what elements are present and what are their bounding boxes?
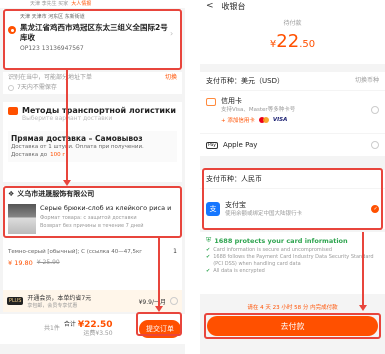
credit-card-radio[interactable] bbox=[371, 106, 379, 114]
plus-line1: 开通会员，本单约省7元 bbox=[27, 294, 92, 302]
truck-icon bbox=[8, 106, 18, 115]
plus-checkbox[interactable] bbox=[170, 297, 178, 305]
apple-pay-radio[interactable] bbox=[371, 141, 379, 149]
check-icon: ✔ bbox=[206, 254, 211, 260]
product-qty[interactable]: 1 bbox=[173, 248, 177, 256]
plus-line2: 享包邮，会员专享优惠 bbox=[27, 302, 78, 309]
pay-highlight bbox=[204, 313, 381, 339]
notice-switch[interactable]: 切换 bbox=[165, 74, 177, 82]
delivery-title: Прямая доставка – Самовывоз bbox=[11, 134, 143, 143]
security-item-3: All data is encrypted bbox=[213, 268, 265, 274]
credit-card-icon bbox=[206, 98, 216, 106]
plus-price: ¥9.9/一月 bbox=[138, 298, 166, 306]
amount-label: 待付款 bbox=[283, 20, 302, 27]
arrow-head-3 bbox=[359, 305, 367, 311]
currency-usd-label: 支付币种：美元（USD） bbox=[206, 77, 284, 85]
apple-pay-name: Apple Pay bbox=[222, 141, 258, 149]
cashier-title: 收银台 bbox=[221, 1, 246, 11]
apple-pay-icon: Pay bbox=[206, 141, 218, 149]
switch-currency-link[interactable]: 切换币种 bbox=[355, 77, 379, 85]
notice-text: 识别在当中，可能部分地址下单 bbox=[8, 74, 93, 81]
cashier-panel: < 收银台 待付款 ¥22.50 支付币种：美元（USD） 切换币种 信用卡 支… bbox=[200, 0, 385, 354]
submit-highlight bbox=[136, 312, 182, 336]
apple-pay-option[interactable]: Pay Apple Pay bbox=[200, 134, 385, 156]
amount-decimal: .50 bbox=[299, 39, 316, 50]
alipay-highlight bbox=[202, 168, 383, 230]
arrow-down-2 bbox=[158, 238, 160, 310]
add-card-link[interactable]: + 添加信用卡 bbox=[221, 116, 255, 124]
arrow-head-2 bbox=[155, 306, 163, 312]
credit-card-name: 信用卡 bbox=[221, 97, 242, 105]
check-icon: ✔ bbox=[206, 247, 211, 253]
arrow-head-1 bbox=[63, 180, 71, 186]
check-icon: ✔ bbox=[206, 268, 211, 274]
amount-integer: 22 bbox=[276, 31, 300, 52]
logistics-sub: Выберите вариант доставки bbox=[22, 115, 113, 122]
top-info-bar: 天津 李先生 买家 大人情报 bbox=[0, 0, 185, 8]
arrow-down-1 bbox=[66, 70, 68, 184]
credit-card-desc: 支持Visa、Master等多种卡号 bbox=[221, 107, 296, 113]
shield-icon: ⛨ bbox=[206, 236, 212, 244]
currency-usd-row: 支付币种：美元（USD） 切换币种 bbox=[200, 72, 385, 90]
delivery-option[interactable]: Прямая доставка – Самовывоз Доставка от … bbox=[8, 131, 177, 162]
mastercard-icon bbox=[258, 117, 269, 123]
divider bbox=[185, 0, 200, 354]
top-bar-badge: 大人情报 bbox=[71, 1, 92, 7]
address-highlight bbox=[3, 9, 182, 70]
footer-total-label: 合计 bbox=[63, 321, 76, 328]
credit-card-option[interactable]: 信用卡 支持Visa、Master等多种卡号 + 添加信用卡 VISA bbox=[200, 91, 385, 133]
product-spec: Темно-серый [обычный]; С (ссылка 40—47,5… bbox=[8, 249, 143, 255]
address-notice: 识别在当中，可能部分地址下单 切换 7天内不需保存 bbox=[3, 72, 182, 94]
footer-count: 共1件 bbox=[44, 325, 60, 332]
logistics-title: Методы транспортной логистики bbox=[22, 106, 176, 115]
logistics-section: Методы транспортной логистики Выберите в… bbox=[3, 102, 182, 182]
delivery-price: 100 г bbox=[50, 152, 66, 158]
visa-icon: VISA bbox=[272, 117, 288, 123]
footer-total: ¥22.50 bbox=[77, 320, 113, 330]
security-item-1: Card information is secure and uncomprom… bbox=[213, 247, 333, 253]
countdown-text: 请在 4 天 23 小时 58 分 内完成付款 bbox=[247, 305, 338, 311]
arrow-down-3 bbox=[362, 232, 364, 308]
security-item-2: 1688 follows the Payment Card Industry D… bbox=[213, 254, 374, 267]
delivery-line1: Доставка от 1 штуки. Оплата при получени… bbox=[11, 144, 144, 150]
top-bar-text: 天津 李先生 买家 bbox=[30, 1, 69, 7]
security-block: ⛨ 1688 protects your card information ✔ … bbox=[200, 232, 385, 294]
back-button[interactable]: < bbox=[206, 1, 214, 11]
amount-block: 待付款 ¥22.50 bbox=[200, 12, 385, 64]
security-title: 1688 protects your card information bbox=[214, 236, 348, 245]
notice-checkbox[interactable] bbox=[8, 85, 14, 91]
product-highlight bbox=[3, 186, 182, 238]
cashier-header: < 收银台 bbox=[200, 0, 385, 12]
delivery-line2: Доставка до bbox=[11, 152, 48, 158]
footer-shipping: 运费¥3.50 bbox=[83, 330, 113, 337]
product-price: ¥ 19.80 bbox=[8, 259, 33, 267]
notice-text-2: 7天内不需保存 bbox=[17, 84, 57, 91]
product-orig-price: ¥ 25.90 bbox=[36, 259, 60, 266]
plus-badge: PLUS bbox=[7, 297, 24, 305]
